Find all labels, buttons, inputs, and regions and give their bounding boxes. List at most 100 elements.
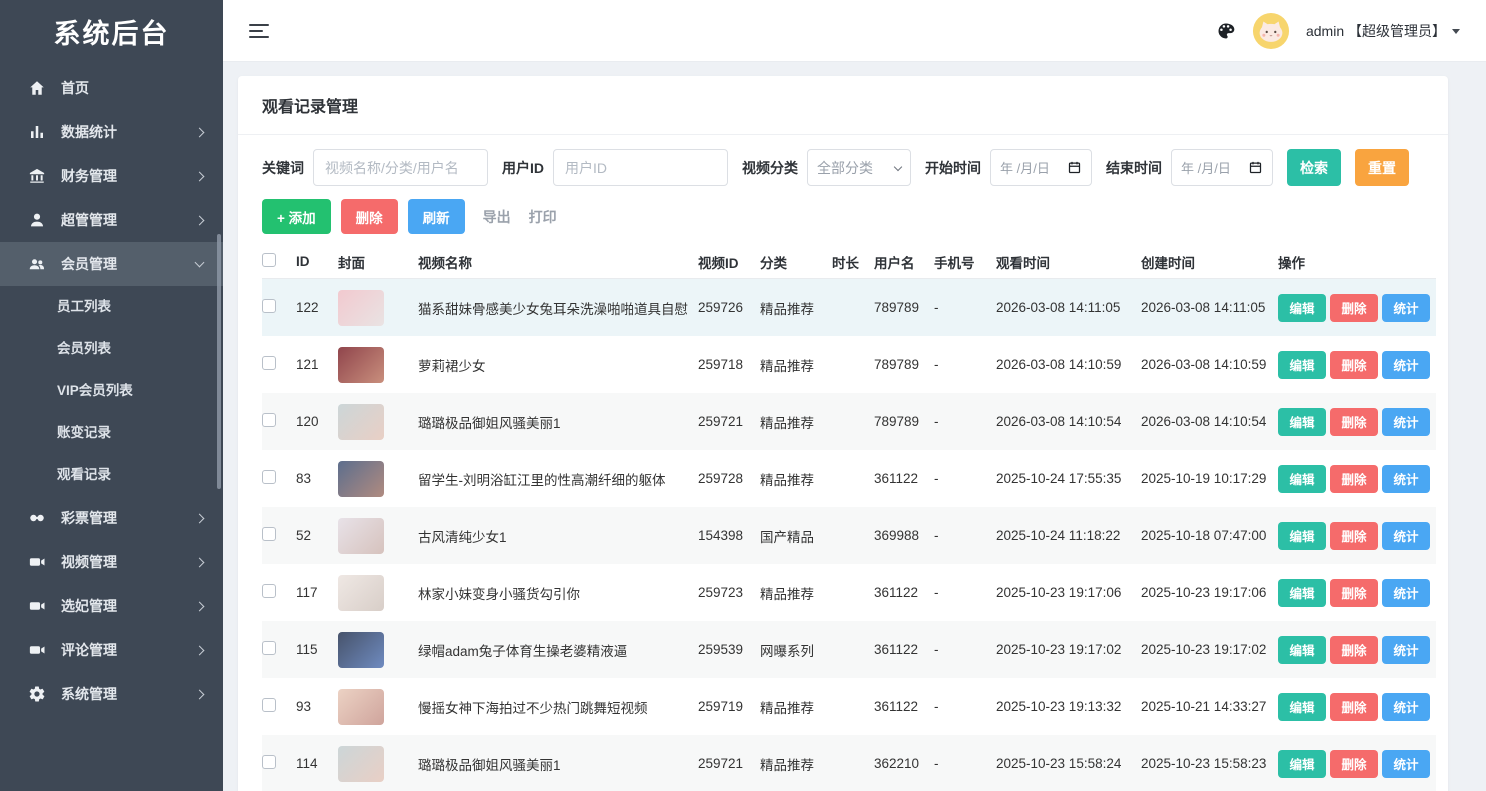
table-row: 83 留学生-刘明浴缸江里的性高潮纤细的躯体 259728 精品推荐 36112… <box>262 450 1436 507</box>
delete-button[interactable]: 删除 <box>1330 750 1378 778</box>
search-button[interactable]: 检索 <box>1287 149 1341 186</box>
sidebar-item[interactable]: 系统管理 <box>0 672 223 716</box>
video-camera-icon <box>28 641 46 659</box>
watch-time: 2026-03-08 14:11:05 <box>996 300 1141 315</box>
edit-button[interactable]: 编辑 <box>1278 351 1326 379</box>
stats-button[interactable]: 统计 <box>1382 294 1430 322</box>
row-checkbox[interactable] <box>262 755 276 769</box>
row-checkbox[interactable] <box>262 470 276 484</box>
watch-time: 2026-03-08 14:10:59 <box>996 357 1141 372</box>
topbar: admin 【超级管理员】 <box>223 0 1486 62</box>
video-id: 259723 <box>698 585 760 600</box>
brand-title: 系统后台 <box>0 0 223 62</box>
row-actions: 编辑 删除 统计 <box>1278 408 1436 436</box>
sidebar-item[interactable]: 超管管理 <box>0 198 223 242</box>
sidebar-item[interactable]: 数据统计 <box>0 110 223 154</box>
row-checkbox[interactable] <box>262 641 276 655</box>
delete-button[interactable]: 删除 <box>1330 636 1378 664</box>
delete-button[interactable]: 删除 <box>1330 522 1378 550</box>
sidebar-subitem[interactable]: VIP会员列表 <box>0 370 223 412</box>
select-all-checkbox[interactable] <box>262 253 276 267</box>
column-header: 用户名 <box>874 252 934 272</box>
sidebar-item[interactable]: 财务管理 <box>0 154 223 198</box>
add-button[interactable]: + 添加 <box>262 199 331 234</box>
chevron-right-icon <box>195 215 205 225</box>
delete-button[interactable]: 删除 <box>341 199 398 234</box>
row-checkbox[interactable] <box>262 527 276 541</box>
row-checkbox[interactable] <box>262 356 276 370</box>
column-header: 手机号 <box>934 252 996 272</box>
chevron-down-icon <box>894 162 902 170</box>
palette-icon[interactable] <box>1216 21 1236 41</box>
video-thumbnail <box>338 290 384 326</box>
stats-button[interactable]: 统计 <box>1382 465 1430 493</box>
sidebar-subitem[interactable]: 观看记录 <box>0 454 223 496</box>
row-checkbox[interactable] <box>262 299 276 313</box>
row-actions: 编辑 删除 统计 <box>1278 579 1436 607</box>
row-id: 120 <box>296 414 338 429</box>
watch-time: 2025-10-23 19:17:02 <box>996 642 1141 657</box>
create-time: 2025-10-23 19:17:02 <box>1141 642 1278 657</box>
edit-button[interactable]: 编辑 <box>1278 579 1326 607</box>
category-select[interactable]: 全部分类 <box>807 149 911 186</box>
end-date-input[interactable]: 年 /月/日 <box>1171 149 1273 186</box>
refresh-button[interactable]: 刷新 <box>408 199 465 234</box>
sidebar-item[interactable]: 彩票管理 <box>0 496 223 540</box>
lottery-icon <box>28 509 46 527</box>
delete-button[interactable]: 删除 <box>1330 465 1378 493</box>
delete-button[interactable]: 删除 <box>1330 579 1378 607</box>
video-id: 259718 <box>698 357 760 372</box>
edit-button[interactable]: 编辑 <box>1278 408 1326 436</box>
print-link[interactable]: 打印 <box>529 207 557 227</box>
category-selected-value: 全部分类 <box>817 158 873 178</box>
stats-button[interactable]: 统计 <box>1382 693 1430 721</box>
date-placeholder: 年 /月/日 <box>1000 158 1050 177</box>
delete-button[interactable]: 删除 <box>1330 294 1378 322</box>
row-checkbox[interactable] <box>262 698 276 712</box>
row-checkbox[interactable] <box>262 413 276 427</box>
stats-button[interactable]: 统计 <box>1382 351 1430 379</box>
video-id: 259719 <box>698 699 760 714</box>
edit-button[interactable]: 编辑 <box>1278 522 1326 550</box>
content-card: 观看记录管理 关键词 用户ID 视频分类 全部分类 开始时间 年 /月/日 <box>238 76 1448 791</box>
cat-avatar[interactable] <box>1252 12 1290 50</box>
stats-button[interactable]: 统计 <box>1382 522 1430 550</box>
edit-button[interactable]: 编辑 <box>1278 636 1326 664</box>
stats-button[interactable]: 统计 <box>1382 579 1430 607</box>
edit-button[interactable]: 编辑 <box>1278 693 1326 721</box>
edit-button[interactable]: 编辑 <box>1278 750 1326 778</box>
sidebar-item[interactable]: 视频管理 <box>0 540 223 584</box>
user-menu[interactable]: admin 【超级管理员】 <box>1306 21 1460 41</box>
start-date-input[interactable]: 年 /月/日 <box>990 149 1092 186</box>
stats-button[interactable]: 统计 <box>1382 408 1430 436</box>
watch-time: 2025-10-23 15:58:24 <box>996 756 1141 771</box>
delete-button[interactable]: 删除 <box>1330 408 1378 436</box>
sidebar-subitem[interactable]: 员工列表 <box>0 286 223 328</box>
table-row: 115 绿帽adam兔子体育生操老婆精液逼 259539 网曝系列 361122… <box>262 621 1436 678</box>
keyword-input[interactable] <box>313 149 488 186</box>
reset-button[interactable]: 重置 <box>1355 149 1409 186</box>
stats-button[interactable]: 统计 <box>1382 636 1430 664</box>
delete-button[interactable]: 删除 <box>1330 693 1378 721</box>
video-name: 古风清纯少女1 <box>418 526 698 546</box>
records-table: ID封面视频名称视频ID分类时长用户名手机号观看时间创建时间操作 122 猫系甜… <box>238 245 1448 791</box>
edit-button[interactable]: 编辑 <box>1278 294 1326 322</box>
export-link[interactable]: 导出 <box>483 207 511 227</box>
video-id: 259728 <box>698 471 760 486</box>
sidebar-item[interactable]: 首页 <box>0 66 223 110</box>
hamburger-menu-icon[interactable] <box>249 20 269 42</box>
sidebar-subitem[interactable]: 账变记录 <box>0 412 223 454</box>
video-name: 留学生-刘明浴缸江里的性高潮纤细的躯体 <box>418 469 698 489</box>
row-checkbox[interactable] <box>262 584 276 598</box>
sidebar-item[interactable]: 选妃管理 <box>0 584 223 628</box>
sidebar-item[interactable]: 会员管理 <box>0 242 223 286</box>
edit-button[interactable]: 编辑 <box>1278 465 1326 493</box>
start-time-label: 开始时间 <box>925 158 981 178</box>
stats-button[interactable]: 统计 <box>1382 750 1430 778</box>
row-actions: 编辑 删除 统计 <box>1278 294 1436 322</box>
sidebar-subitem[interactable]: 会员列表 <box>0 328 223 370</box>
userid-input[interactable] <box>553 149 728 186</box>
delete-button[interactable]: 删除 <box>1330 351 1378 379</box>
sidebar-item[interactable]: 评论管理 <box>0 628 223 672</box>
sidebar-scrollbar[interactable] <box>217 234 221 489</box>
